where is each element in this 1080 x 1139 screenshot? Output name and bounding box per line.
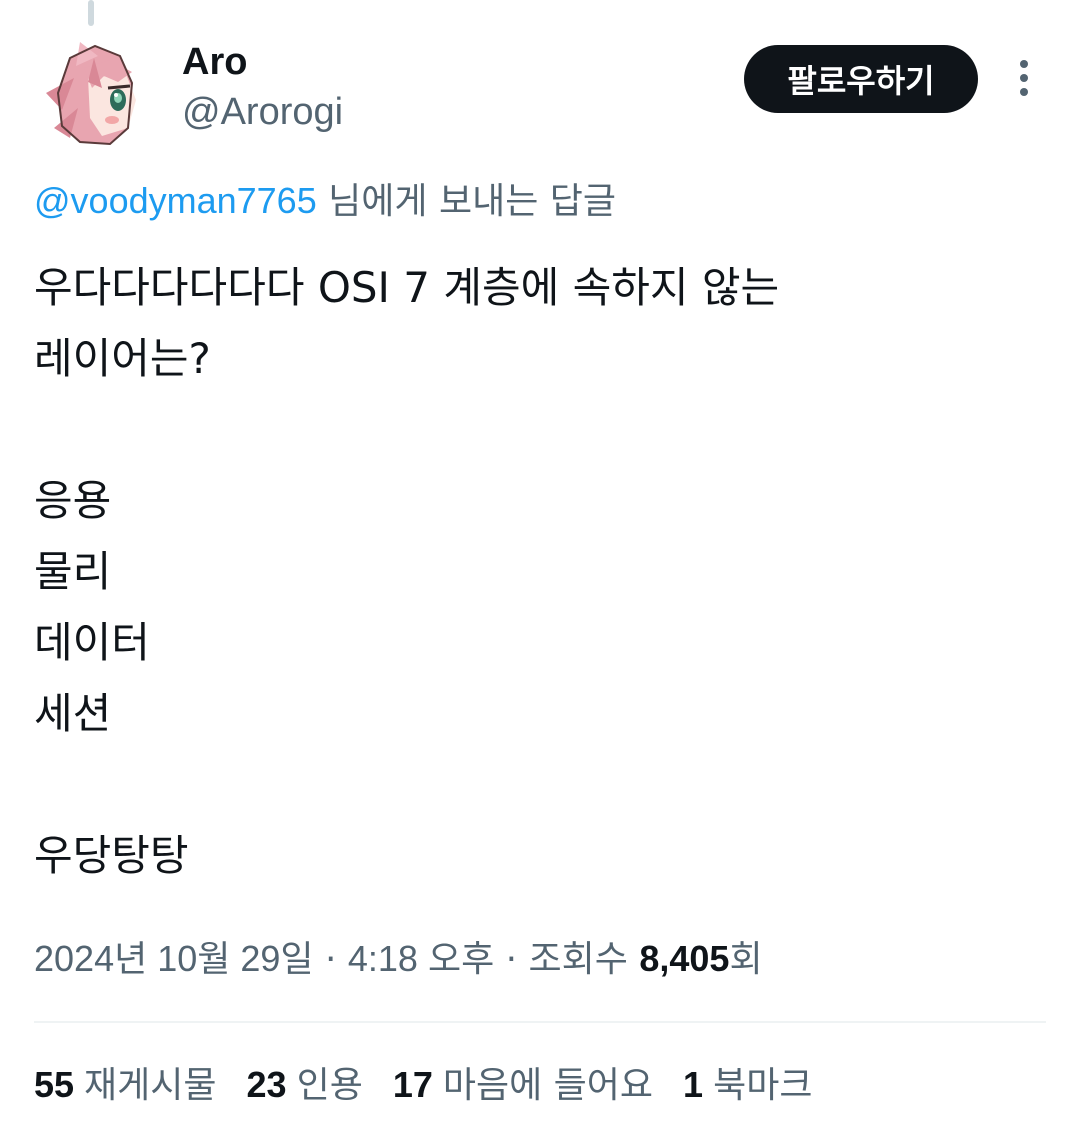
bookmarks-count: 1	[683, 1064, 704, 1105]
author-display-name[interactable]: Aro	[182, 38, 343, 86]
tweet-line: 물리	[34, 547, 112, 596]
thread-connector-line	[88, 0, 94, 26]
follow-button[interactable]: 팔로우하기	[744, 45, 978, 113]
tweet-date[interactable]: 2024년 10월 29일	[34, 938, 314, 979]
anime-character-avatar-icon	[40, 38, 150, 148]
meta-separator: ·	[494, 939, 529, 980]
bookmarks-label: 북마크	[713, 1065, 813, 1106]
tweet-line: 응용	[34, 476, 112, 525]
replying-to: @voodyman7765 님에게 보내는 답글	[34, 178, 616, 225]
more-options-button[interactable]	[1006, 56, 1042, 102]
tweet-time[interactable]: 4:18 오후	[348, 938, 494, 979]
quotes-stat[interactable]: 23 인용	[247, 1060, 363, 1111]
author-handle[interactable]: @Arorogi	[182, 88, 343, 136]
tweet-line-blank	[34, 749, 1044, 820]
views-suffix: 회	[729, 939, 763, 980]
quotes-label: 인용	[296, 1065, 363, 1106]
more-vertical-icon	[1020, 60, 1028, 96]
tweet-line-blank	[34, 394, 1044, 465]
likes-label: 마음에 들어요	[442, 1065, 654, 1106]
tweet-line: 레이어는?	[34, 334, 211, 383]
views-count: 8,405	[639, 938, 730, 979]
tweet-meta: 2024년 10월 29일 · 4:18 오후 · 조회수 8,405회	[34, 934, 763, 985]
meta-separator: ·	[313, 939, 348, 980]
bookmarks-stat[interactable]: 1 북마크	[683, 1060, 812, 1111]
tweet-author: Aro @Arorogi	[182, 38, 343, 136]
tweet-text: 우다다다다다다 OSI 7 계층에 속하지 않는 레이어는? 응용 물리 데이터…	[34, 252, 1044, 891]
tweet-line: 데이터	[34, 618, 150, 667]
reply-suffix: 님에게 보내는 답글	[316, 181, 617, 222]
retweets-count: 55	[34, 1064, 75, 1105]
divider	[34, 1021, 1046, 1023]
retweets-label: 재게시물	[84, 1065, 217, 1106]
views-label: 조회수	[528, 939, 640, 980]
retweets-stat[interactable]: 55 재게시물	[34, 1060, 217, 1111]
likes-stat[interactable]: 17 마음에 들어요	[393, 1060, 653, 1111]
tweet-line: 우당탕탕	[34, 831, 189, 880]
avatar[interactable]	[40, 38, 150, 148]
reply-mention-link[interactable]: @voodyman7765	[34, 180, 317, 221]
tweet-line: 세션	[34, 689, 112, 738]
quotes-count: 23	[246, 1064, 287, 1105]
tweet-stats: 55 재게시물 23 인용 17 마음에 들어요 1 북마크	[34, 1060, 842, 1111]
tweet-line: 우다다다다다다 OSI 7 계층에 속하지 않는	[34, 263, 780, 312]
likes-count: 17	[392, 1064, 433, 1105]
